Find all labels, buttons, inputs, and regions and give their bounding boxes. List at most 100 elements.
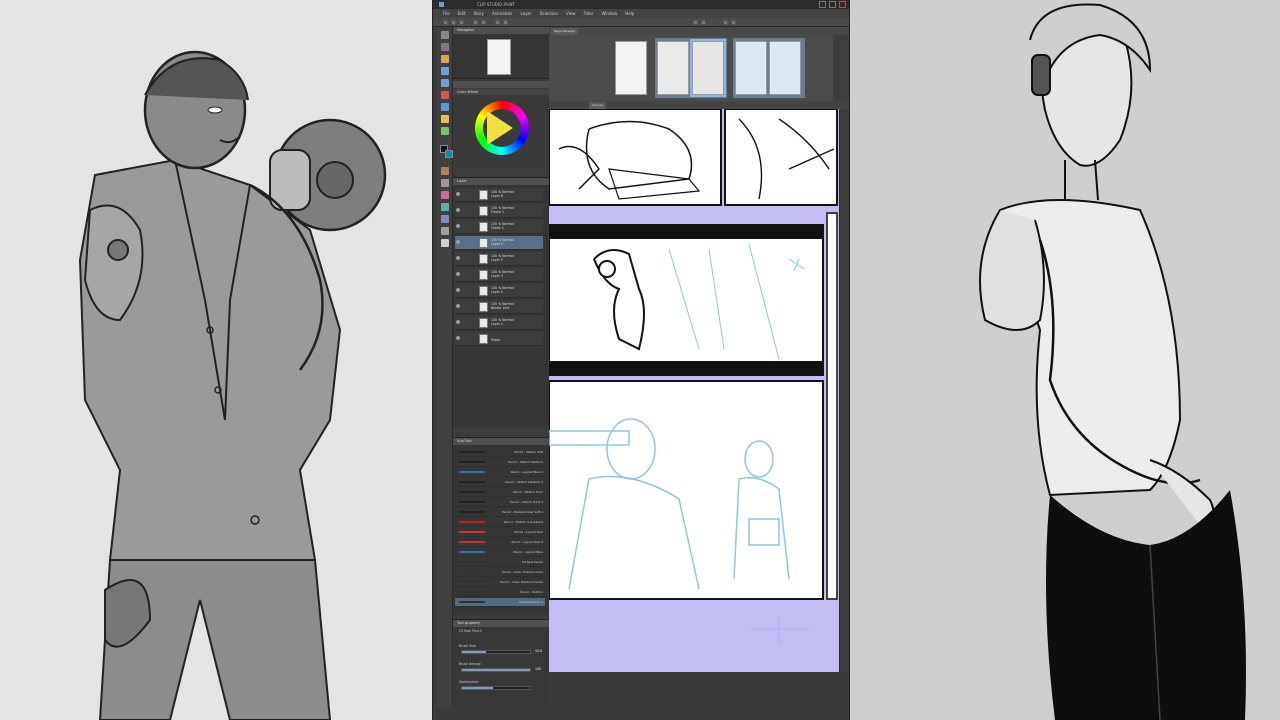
saturation-triangle[interactable] xyxy=(487,111,513,145)
ruler-tool-icon[interactable] xyxy=(441,239,449,247)
color-wheel[interactable] xyxy=(475,101,529,155)
menu-selection[interactable]: Selection xyxy=(540,11,558,16)
clear-icon[interactable] xyxy=(495,20,500,25)
layer-row[interactable]: 100 % Normal Layer 1 xyxy=(455,316,543,330)
sub-tool-item[interactable]: Pencil - Layout Blue 2 xyxy=(455,468,545,477)
page-thumbnail[interactable] xyxy=(615,41,647,95)
gradient-tool-icon[interactable] xyxy=(441,203,449,211)
layer-row[interactable]: 100 % Normal Layer 2 xyxy=(455,284,543,298)
menu-edit[interactable]: Edit xyxy=(458,11,466,16)
page-manager-scrollbar[interactable] xyxy=(833,35,849,101)
page-thumbnail[interactable] xyxy=(735,41,767,95)
eye-icon[interactable] xyxy=(456,304,460,308)
menu-story[interactable]: Story xyxy=(473,11,484,16)
frame-tool-icon[interactable] xyxy=(441,227,449,235)
sub-tool-item[interactable]: CS Real Pencil 2 xyxy=(455,598,545,607)
right-reference-artwork xyxy=(850,0,1280,720)
sub-tool-item[interactable]: Pencil - Sketch Hard xyxy=(455,488,545,497)
sub-tool-item[interactable]: Pencil - Layout Blue xyxy=(455,548,545,557)
eye-icon[interactable] xyxy=(456,208,460,212)
menu-file[interactable]: File xyxy=(443,11,450,16)
layer-row[interactable]: 100 % Normal Layer 4 xyxy=(455,236,543,250)
eye-icon[interactable] xyxy=(456,256,460,260)
figure-tool-icon[interactable] xyxy=(441,215,449,223)
sub-tool-item[interactable]: Pencil - Flatten 0 Gradient xyxy=(455,518,545,527)
layer-row[interactable]: 100 % Normal Layer 5 xyxy=(455,252,543,266)
background-color[interactable] xyxy=(445,150,453,158)
eye-icon[interactable] xyxy=(456,336,460,340)
redo-icon[interactable] xyxy=(481,20,486,25)
new-icon[interactable] xyxy=(443,20,448,25)
eye-icon[interactable] xyxy=(456,288,460,292)
pencil-tool-icon[interactable] xyxy=(441,115,449,123)
layer-row[interactable]: Paper xyxy=(455,332,543,346)
blend-tool-icon[interactable] xyxy=(441,179,449,187)
tab-page-manager[interactable]: Page Manager xyxy=(551,28,579,35)
canvas-view[interactable] xyxy=(549,109,839,672)
minimize-icon[interactable] xyxy=(819,1,826,8)
brush-size-slider[interactable] xyxy=(461,650,531,654)
brush-size-value[interactable]: 10.0 xyxy=(535,649,542,653)
undo-icon[interactable] xyxy=(473,20,478,25)
brush-density-value[interactable]: 100 xyxy=(535,667,541,671)
transform-icon[interactable] xyxy=(503,20,508,25)
layer-row[interactable]: 100 % Normal Layer 3 xyxy=(455,268,543,282)
layer-row[interactable]: 100 % Normal Folder 1 xyxy=(455,220,543,234)
menu-view[interactable]: View xyxy=(566,11,576,16)
menu-window[interactable]: Window xyxy=(601,11,617,16)
sub-tool-item[interactable]: Pencil - Bubble Draw Soft 2 xyxy=(455,508,545,517)
sub-tool-item[interactable]: Pencil - Sketch Hard 2 xyxy=(455,498,545,507)
eye-icon[interactable] xyxy=(456,320,460,324)
layer-row[interactable]: 100 % Normal Frame 1 xyxy=(455,204,543,218)
navigator-preview[interactable] xyxy=(487,39,511,75)
eyedropper-tool-icon[interactable] xyxy=(441,91,449,99)
page-thumbnail[interactable] xyxy=(769,41,801,95)
save-icon[interactable] xyxy=(459,20,464,25)
layer-row[interactable]: 100 % Normal Layer 8 xyxy=(455,188,543,202)
sub-tool-item[interactable]: Pencil - Sketch Soft xyxy=(455,448,545,457)
eye-icon[interactable] xyxy=(456,272,460,276)
pen-tool-icon[interactable] xyxy=(441,103,449,111)
selection-tool-icon[interactable] xyxy=(441,67,449,75)
brush-tool-icon[interactable] xyxy=(441,127,449,135)
zoom-out-icon[interactable] xyxy=(701,20,706,25)
brush-stroke-preview xyxy=(459,551,485,553)
operation-tool-icon[interactable] xyxy=(441,55,449,63)
eraser-tool-icon[interactable] xyxy=(441,167,449,175)
eye-icon[interactable] xyxy=(456,192,460,196)
maximize-icon[interactable] xyxy=(829,1,836,8)
sub-tool-item[interactable]: CS Real Pencil xyxy=(455,558,545,567)
menu-filter[interactable]: Filter xyxy=(584,11,594,16)
canvas-scrollbar[interactable] xyxy=(839,109,849,672)
tab-canvas[interactable]: Canvas xyxy=(589,102,607,109)
settings-icon[interactable] xyxy=(731,20,736,25)
move-tool-icon[interactable] xyxy=(441,43,449,51)
sub-tool-item[interactable]: Pencil - Layout Red xyxy=(455,528,545,537)
comic-page-canvas[interactable] xyxy=(549,109,839,672)
auto-select-tool-icon[interactable] xyxy=(441,79,449,87)
sub-tool-item[interactable]: Pencil - Sketch Medium xyxy=(455,458,545,467)
eye-icon[interactable] xyxy=(456,240,460,244)
page-thumbnail-active[interactable] xyxy=(690,39,726,97)
menu-layer[interactable]: Layer xyxy=(520,11,531,16)
sub-tool-item[interactable]: Pencil - Sketch Medium 2 xyxy=(455,478,545,487)
sub-tool-item[interactable]: Pencil - Layout Red 2 xyxy=(455,538,545,547)
sub-tool-item[interactable]: Pencil - Outline xyxy=(455,588,545,597)
stabilization-slider[interactable] xyxy=(461,686,531,690)
layer-label: Layer 2 xyxy=(491,290,503,294)
eye-icon[interactable] xyxy=(456,224,460,228)
close-icon[interactable] xyxy=(839,1,846,8)
sub-view-header xyxy=(453,81,549,88)
sub-tool-item[interactable]: Pencil - Clear Shadow Liner xyxy=(455,568,545,577)
brush-density-slider[interactable] xyxy=(461,668,531,672)
help-icon[interactable] xyxy=(723,20,728,25)
fill-tool-icon[interactable] xyxy=(441,191,449,199)
layer-row[interactable]: 100 % Normal Border Line xyxy=(455,300,543,314)
open-icon[interactable] xyxy=(451,20,456,25)
menu-help[interactable]: Help xyxy=(625,11,634,16)
zoom-in-icon[interactable] xyxy=(693,20,698,25)
menu-animation[interactable]: Animation xyxy=(492,11,512,16)
page-thumbnail[interactable] xyxy=(657,41,689,95)
sub-tool-item[interactable]: Pencil - Clear Shadow Dense xyxy=(455,578,545,587)
zoom-tool-icon[interactable] xyxy=(441,31,449,39)
